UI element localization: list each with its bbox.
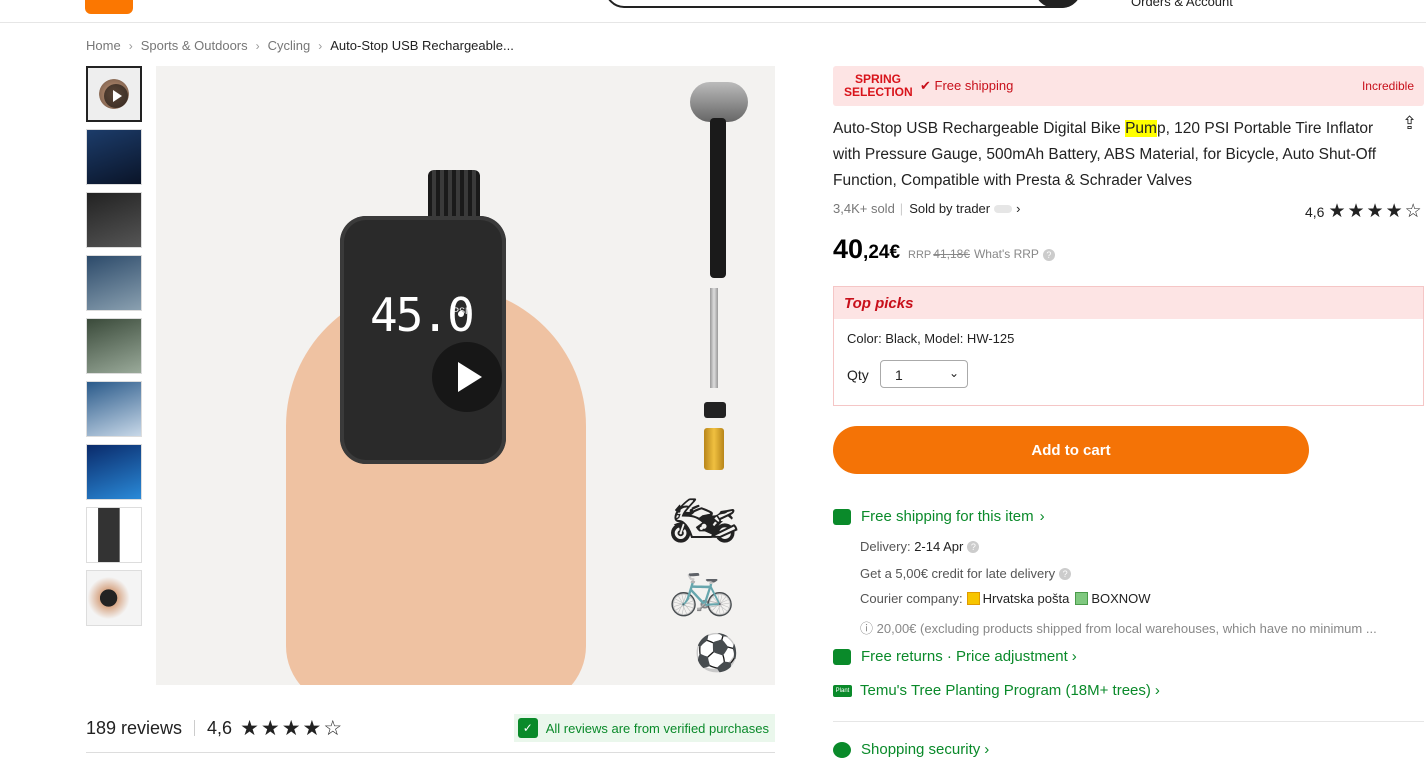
- breadcrumb-cycling[interactable]: Cycling: [268, 38, 311, 53]
- price-block: 40 ,24€ RRP 41,18€ What's RRP ?: [833, 234, 1055, 265]
- shield-check-icon: [833, 741, 851, 758]
- chevron-right-icon: ›: [128, 38, 133, 53]
- tree-planting-link[interactable]: Plant Temu's Tree Planting Program (18M+…: [833, 682, 1160, 699]
- review-count[interactable]: 189 reviews: [86, 718, 182, 739]
- promo-label: Incredible: [1361, 79, 1414, 93]
- share-icon[interactable]: ⇪: [1402, 113, 1417, 134]
- search-highlight: Pum: [1125, 120, 1157, 137]
- sold-info: 3,4K+ sold | Sold by trader ›: [833, 201, 1021, 216]
- thumbnail-image[interactable]: [86, 255, 142, 311]
- motorcycle-icon: 🏍: [670, 491, 739, 551]
- breadcrumb: Home › Sports & Outdoors › Cycling › Aut…: [86, 38, 514, 53]
- top-picks-panel: Top picks Color: Black, Model: HW-125 Qt…: [833, 286, 1424, 406]
- help-icon[interactable]: ?: [967, 540, 980, 553]
- valve-adapter: [704, 428, 724, 470]
- chevron-right-icon: ›: [255, 38, 260, 53]
- whats-rrp-link[interactable]: What's RRP: [974, 247, 1039, 261]
- promo-banner: SPRING SELECTION ✔ Free shipping Incredi…: [833, 66, 1424, 106]
- plant-icon: Plant: [833, 684, 852, 697]
- search-bar[interactable]: [605, 0, 1081, 8]
- thumbnail-image[interactable]: [86, 444, 142, 500]
- variant-label: Color: Black, Model: HW-125: [847, 331, 1015, 346]
- divider: [86, 752, 775, 753]
- qty-select[interactable]: 1 ⌄: [880, 360, 968, 388]
- product-title: Auto-Stop USB Rechargeable Digital Bike …: [833, 120, 1377, 189]
- rrp-value: 41,18€: [933, 247, 970, 261]
- courier-info: Courier company: Hrvatska pošta BOXNOW: [860, 591, 1151, 606]
- review-score: 4,6: [207, 717, 233, 738]
- breadcrumb-sports[interactable]: Sports & Outdoors: [141, 38, 248, 53]
- valve-knob: [428, 170, 480, 222]
- pump-display-unit: PSI: [453, 306, 468, 316]
- thumbnail-image[interactable]: [86, 318, 142, 374]
- video-play-button[interactable]: [432, 342, 502, 412]
- nozzle-accessory: [690, 82, 748, 282]
- thumbnail-image[interactable]: [86, 129, 142, 185]
- hrvatska-posta-logo: [966, 592, 980, 605]
- needle-accessory: [710, 288, 718, 388]
- top-picks-heading: Top picks: [834, 287, 1423, 319]
- price-integer: 40: [833, 234, 864, 264]
- late-delivery-credit: Get a 5,00€ credit for late delivery ?: [860, 566, 1072, 581]
- divider: [194, 720, 196, 736]
- chevron-right-icon: ›: [984, 741, 990, 758]
- returns-icon: [833, 648, 851, 665]
- trader-badge: [994, 204, 1013, 213]
- search-button[interactable]: [1035, 0, 1081, 8]
- chevron-right-icon: ›: [318, 38, 323, 53]
- spring-selection-logo: SPRING SELECTION: [844, 72, 913, 99]
- truck-icon: [833, 508, 851, 525]
- product-rating[interactable]: 4,6 ★★★★☆: [1305, 200, 1424, 223]
- sold-count: 3,4K+ sold: [833, 201, 895, 216]
- play-icon: [104, 84, 128, 108]
- chevron-down-icon: ⌄: [948, 366, 959, 380]
- shield-icon: ✓: [517, 718, 538, 738]
- thumbnail-image[interactable]: [86, 570, 142, 626]
- rating-value: 4,6: [1305, 203, 1325, 220]
- shipping-note[interactable]: ⓘ 20,00€ (excluding products shipped fro…: [860, 618, 1424, 637]
- price-decimal: ,24€: [863, 242, 901, 263]
- help-icon[interactable]: ?: [1059, 567, 1072, 580]
- star-rating-icon: ★★★★☆: [240, 716, 345, 740]
- breadcrumb-home[interactable]: Home: [86, 38, 121, 53]
- cap-accessory: [704, 402, 726, 418]
- info-icon: ⓘ: [860, 621, 874, 636]
- shopping-security-link[interactable]: Shopping security ›: [833, 741, 989, 758]
- divider: [833, 721, 1424, 722]
- chevron-right-icon: ›: [1071, 648, 1077, 665]
- free-shipping-tag: ✔ Free shipping: [920, 78, 1014, 93]
- chevron-right-icon: ›: [1039, 508, 1045, 525]
- add-to-cart-button[interactable]: Add to cart: [833, 426, 1309, 474]
- chevron-right-icon[interactable]: ›: [1016, 201, 1020, 216]
- thumbnail-image[interactable]: [86, 192, 142, 248]
- help-icon[interactable]: ?: [1042, 249, 1055, 261]
- check-icon: ✔: [920, 78, 931, 93]
- qty-label: Qty: [847, 367, 869, 383]
- thumbnail-video[interactable]: [86, 66, 142, 122]
- ball-icon: ⚽: [694, 632, 739, 673]
- free-shipping-link[interactable]: Free shipping for this item ›: [833, 508, 1045, 525]
- free-returns-link[interactable]: Free returns · Price adjustment ›: [833, 648, 1077, 665]
- orders-account-link[interactable]: Orders & Account: [1131, 0, 1233, 9]
- rrp-label: RRP: [908, 249, 932, 261]
- thumbnail-image[interactable]: [86, 507, 142, 563]
- thumbnail-list: [86, 66, 144, 633]
- sold-by-trader[interactable]: Sold by trader: [909, 201, 990, 216]
- reviews-summary: 189 reviews 4,6 ★★★★☆ ✓ All reviews are …: [86, 712, 775, 744]
- breadcrumb-current: Auto-Stop USB Rechargeable...: [330, 38, 514, 53]
- verified-text: All reviews are from verified purchases: [545, 720, 769, 736]
- verified-badge: ✓ All reviews are from verified purchase…: [513, 714, 775, 742]
- temu-logo[interactable]: [85, 0, 133, 14]
- pump-display-value: 45.0: [370, 288, 475, 342]
- top-bar: Orders & Account: [0, 0, 1426, 23]
- thumbnail-image[interactable]: [86, 381, 142, 437]
- star-rating-icon: ★★★★☆: [1328, 201, 1424, 222]
- main-product-image[interactable]: 45.0 PSI 🏍 🚲 ⚽: [156, 66, 775, 685]
- boxnow-logo: [1075, 592, 1089, 605]
- bicycle-icon: 🚲: [668, 557, 736, 617]
- delivery-info: Delivery: 2-14 Apr ?: [860, 539, 980, 554]
- chevron-right-icon: ›: [1154, 682, 1160, 699]
